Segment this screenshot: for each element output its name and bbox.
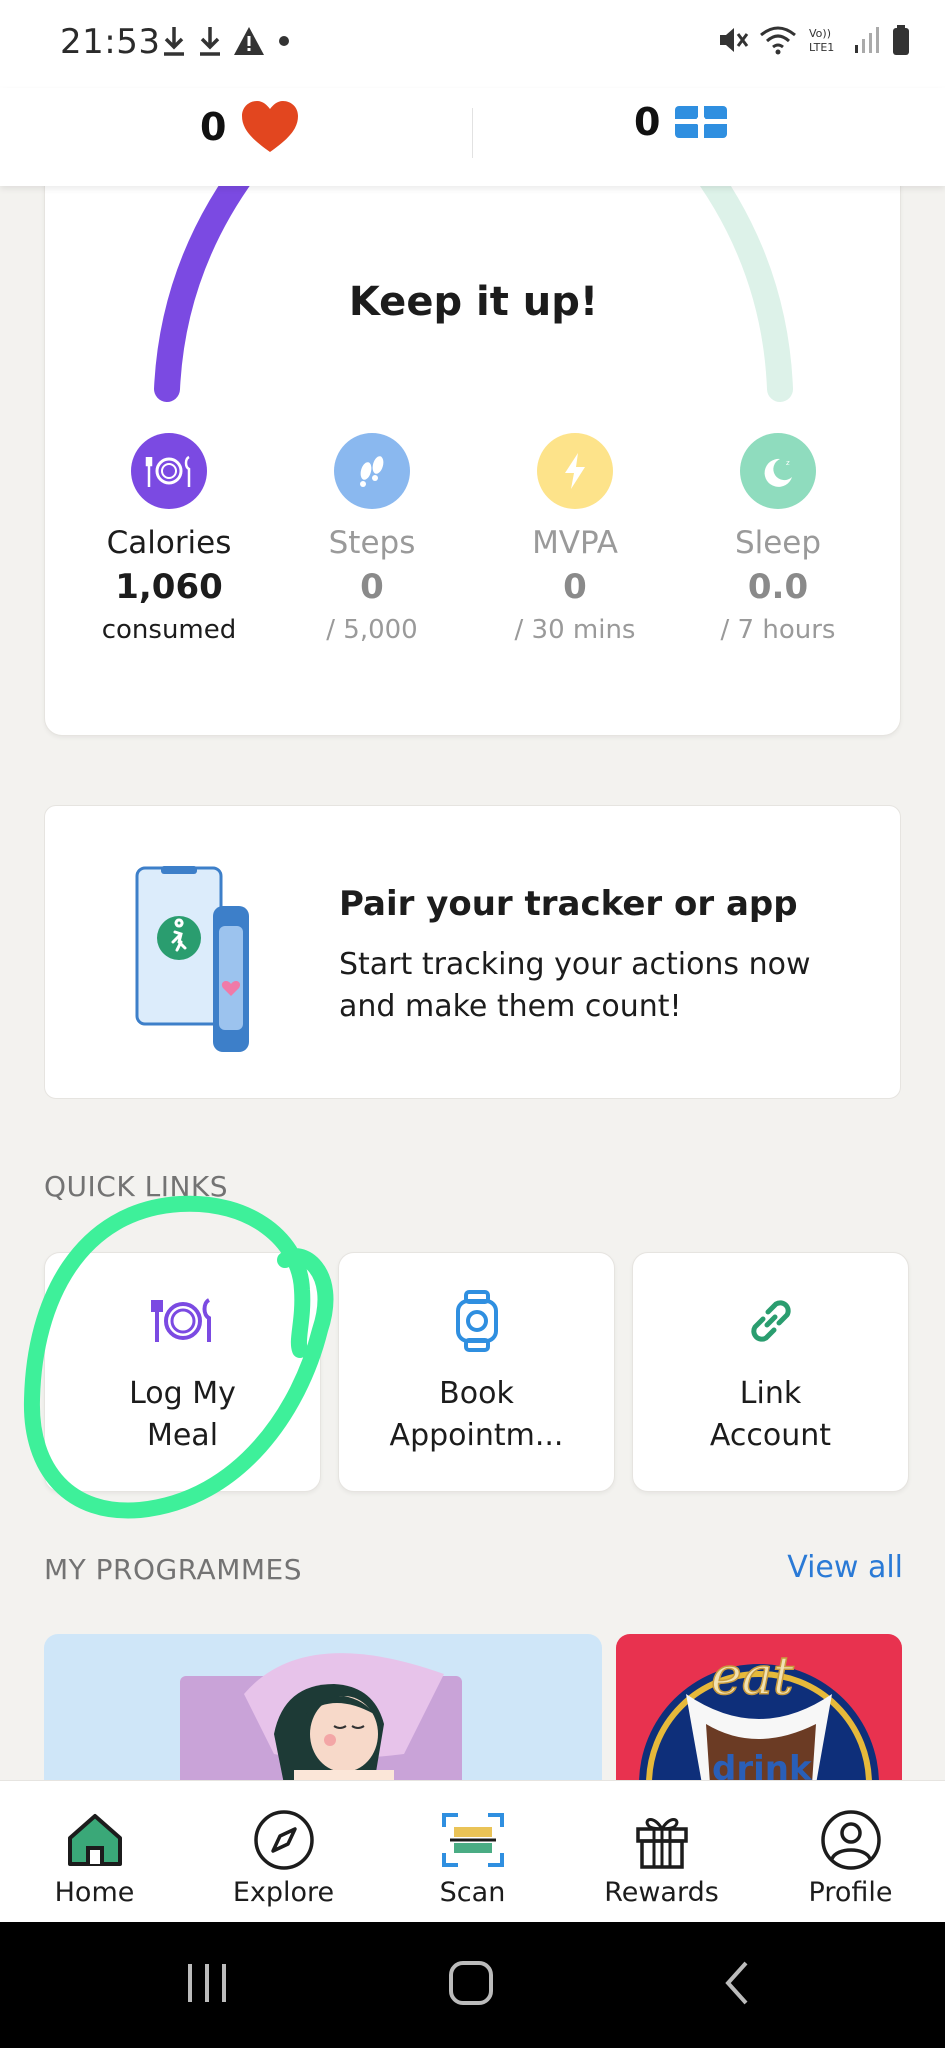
nav-label: Home (54, 1877, 135, 1908)
home-button-icon[interactable] (446, 1958, 496, 2008)
metric-mvpa[interactable]: MVPA 0 / 30 mins (475, 433, 675, 645)
nav-label: Explore (232, 1877, 335, 1908)
profile-icon (756, 1809, 945, 1871)
summary-headline: Keep it up! (348, 279, 599, 325)
quick-link-log-meal[interactable]: Log My Meal (44, 1252, 321, 1492)
quick-link-label: Book Appointm... (389, 1376, 564, 1453)
status-icons-left (160, 24, 294, 58)
watch-icon (339, 1289, 614, 1353)
sleep-illustration (180, 1653, 462, 1784)
top-counter-bar: 0 0 (0, 88, 945, 186)
programme-card-eat-drink[interactable]: eat drink (616, 1634, 902, 1784)
svg-text:eat: eat (711, 1647, 794, 1707)
hearts-count: 0 (200, 105, 227, 149)
calories-arc-segment (154, 144, 268, 402)
status-bar: 21:53 Vo)) LTE1 (0, 0, 945, 88)
nav-profile[interactable]: Profile (756, 1781, 945, 1923)
metric-sub: / 5,000 (326, 615, 418, 645)
signal-icon (855, 27, 879, 53)
recent-apps-icon[interactable] (184, 1958, 230, 2008)
wifi-icon (760, 26, 796, 55)
activity-summary-card[interactable]: Keep it up! Calories 1,060 consumed Step… (44, 140, 901, 736)
scan-icon (378, 1809, 567, 1871)
status-icons-right: Vo)) LTE1 (717, 24, 911, 56)
pair-tracker-card[interactable]: Pair your tracker or app Start tracking … (44, 805, 901, 1099)
warning-icon (234, 27, 264, 55)
metric-sub: / 7 hours (720, 615, 836, 645)
metric-value: 0 (360, 567, 384, 607)
metric-label: MVPA (532, 525, 618, 561)
svg-text:z: z (786, 459, 790, 467)
compass-icon (189, 1809, 378, 1871)
nav-rewards[interactable]: Rewards (567, 1781, 756, 1923)
metric-label: Sleep (734, 525, 822, 561)
top-divider (472, 108, 473, 158)
back-icon[interactable] (718, 1958, 758, 2008)
metric-label: Steps (328, 525, 416, 561)
nav-label: Profile (808, 1877, 893, 1908)
plate-cutlery-icon (131, 433, 207, 509)
link-icon (633, 1289, 908, 1353)
nav-label: Rewards (604, 1877, 719, 1908)
system-navigation-bar (0, 1922, 945, 2048)
heart-icon (242, 101, 299, 152)
home-icon (0, 1809, 189, 1871)
metric-sub: / 30 mins (514, 615, 636, 645)
svg-text:LTE1: LTE1 (809, 41, 834, 54)
nav-home[interactable]: Home (0, 1781, 189, 1923)
quick-link-link-account[interactable]: Link Account (632, 1252, 909, 1492)
view-all-link[interactable]: View all (787, 1550, 903, 1585)
quick-links-title: QUICK LINKS (44, 1170, 229, 1203)
metric-value: 1,060 (115, 567, 223, 607)
svg-text:Vo)): Vo)) (809, 27, 831, 40)
tickets-counter[interactable]: 0 (634, 100, 728, 144)
metric-value: 0 (563, 567, 587, 607)
volte-icon: Vo))LTE1 (809, 27, 834, 54)
quick-link-label: Log My Meal (129, 1376, 236, 1453)
status-time: 21:53 (60, 22, 161, 62)
svg-text:drink: drink (712, 1749, 813, 1784)
mute-icon (720, 28, 749, 52)
programmes-title: MY PROGRAMMES (44, 1553, 302, 1586)
sleep-arc-segment (682, 144, 793, 402)
footsteps-icon (334, 433, 410, 509)
metric-steps[interactable]: Steps 0 / 5,000 (272, 433, 472, 645)
eat-drink-illustration: eat drink (639, 1646, 879, 1784)
battery-icon (893, 25, 909, 55)
nav-label: Scan (439, 1877, 506, 1908)
gift-icon (567, 1809, 756, 1871)
moon-icon: zz (740, 433, 816, 509)
phone-tracker-illustration (135, 866, 249, 1052)
tickets-count: 0 (634, 100, 661, 144)
ticket-icon (675, 106, 728, 138)
nav-scan[interactable]: Scan (378, 1781, 567, 1923)
quick-link-book-appointment[interactable]: Book Appointm... (338, 1252, 615, 1492)
metric-sleep[interactable]: zz Sleep 0.0 / 7 hours (678, 433, 878, 645)
metric-calories[interactable]: Calories 1,060 consumed (69, 433, 269, 645)
download-icon (200, 27, 220, 56)
dot-icon (279, 36, 289, 46)
quick-link-label: Link Account (709, 1376, 832, 1453)
download-icon (164, 27, 184, 56)
pair-card-description: Start tracking your actions now and make… (339, 947, 811, 1024)
metric-value: 0.0 (747, 567, 809, 607)
plate-cutlery-icon (45, 1289, 320, 1353)
hearts-counter[interactable]: 0 (200, 100, 300, 154)
programme-card-sleep[interactable] (44, 1634, 602, 1784)
metric-label: Calories (106, 525, 232, 561)
pair-card-title: Pair your tracker or app (339, 884, 798, 924)
nav-explore[interactable]: Explore (189, 1781, 378, 1923)
lightning-icon (537, 433, 613, 509)
bottom-navigation: Home Explore Scan Rewards Profile (0, 1780, 945, 1922)
metric-sub: consumed (101, 615, 237, 645)
